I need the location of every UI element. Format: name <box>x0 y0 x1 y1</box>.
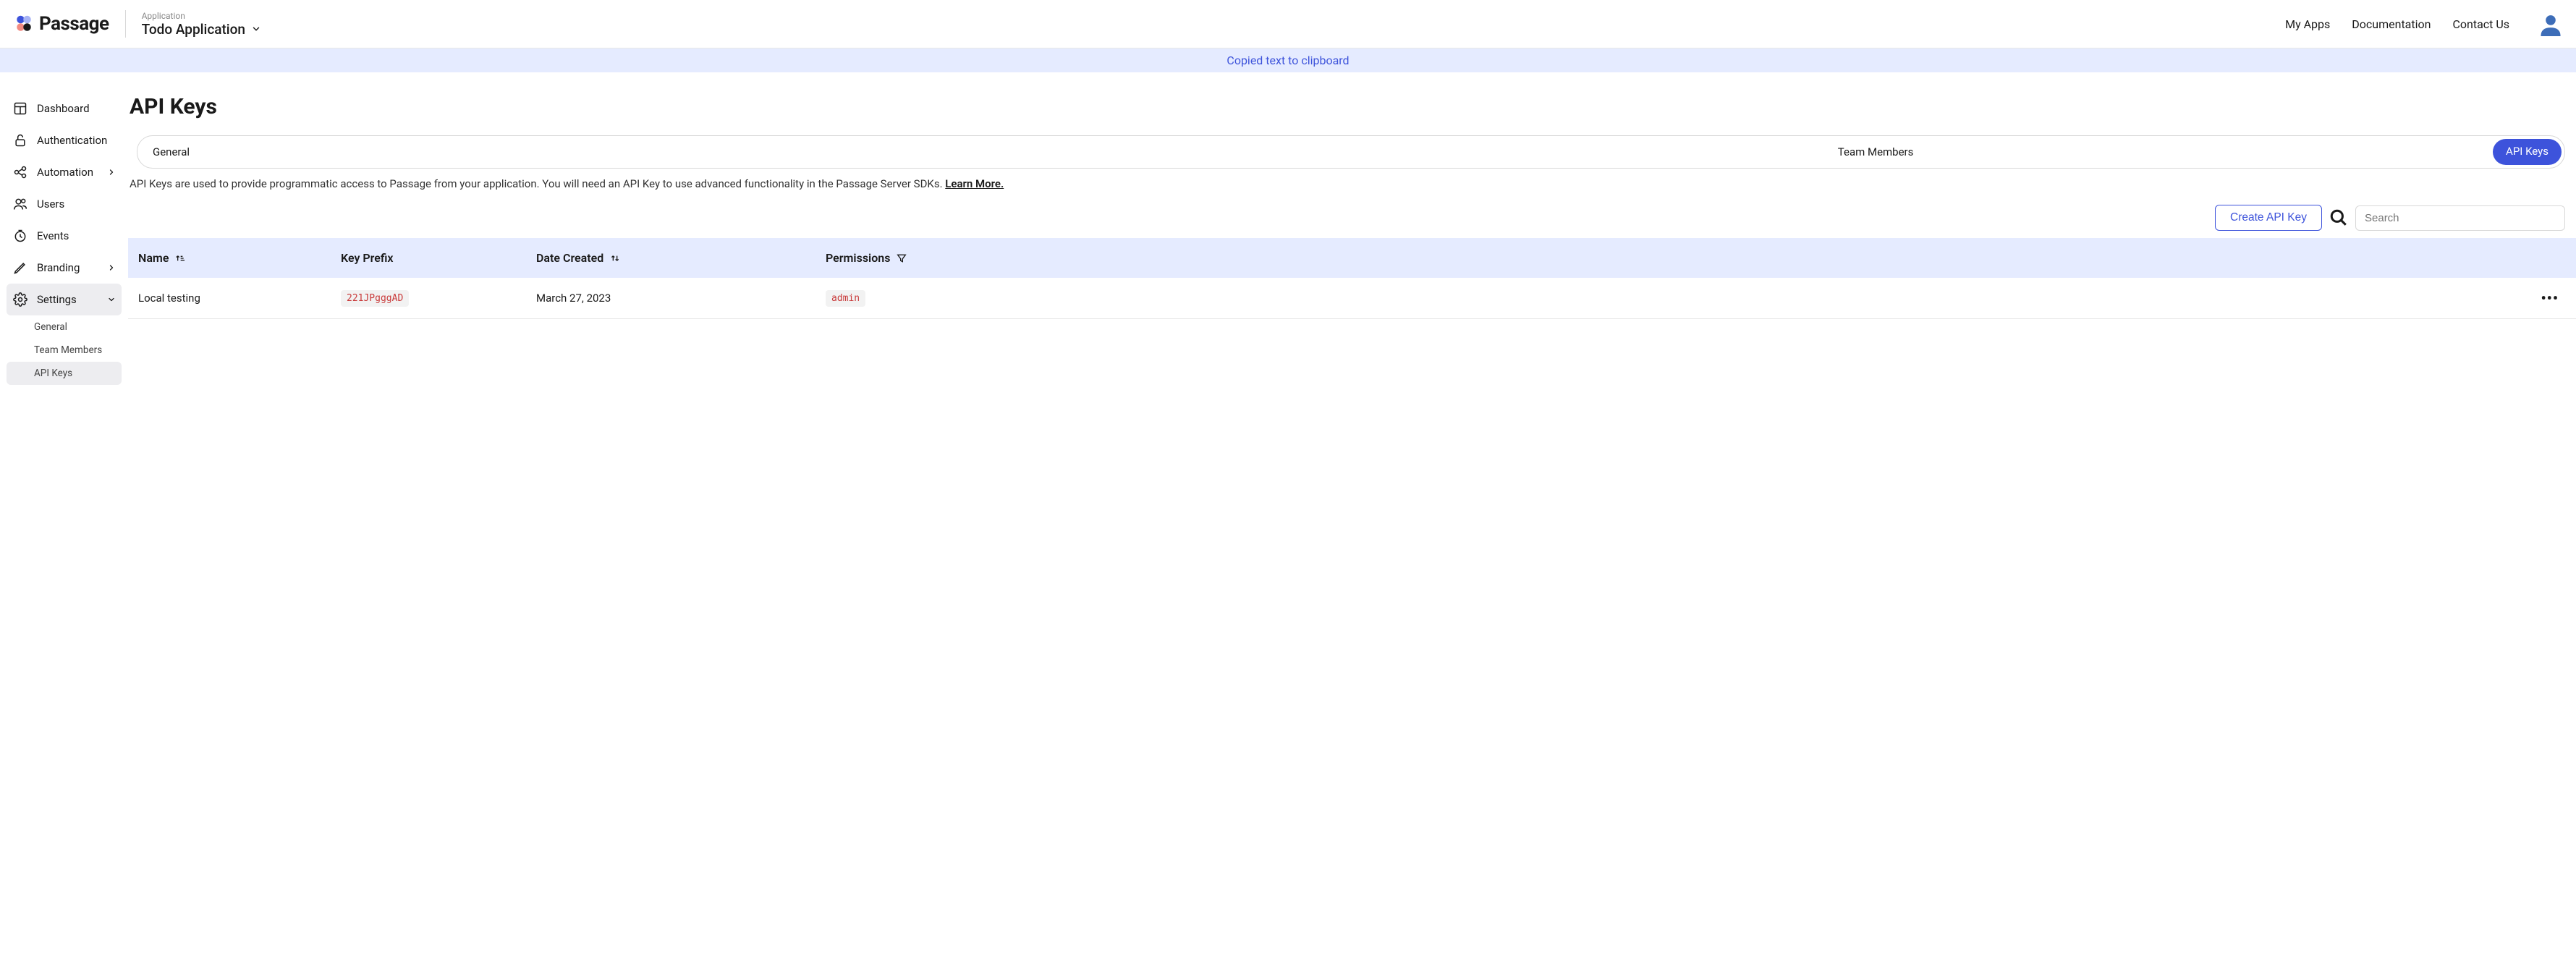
sort-asc-icon <box>174 252 186 264</box>
table-header: Name Key Prefix Date Created Permissions <box>128 238 2576 278</box>
gear-icon <box>12 292 28 307</box>
sidebar-subitem-general[interactable]: General <box>7 315 122 339</box>
cell-prefix: 221JPgggAD <box>341 290 536 307</box>
settings-tabs: General Team Members API Keys <box>137 135 2565 169</box>
app-selector-label: Application <box>142 11 261 21</box>
cell-date: March 27, 2023 <box>536 292 826 305</box>
sidebar-item-label: Events <box>37 229 116 242</box>
sidebar-item-events[interactable]: Events <box>7 220 122 252</box>
table-toolbar: Create API Key <box>128 205 2576 231</box>
page-title: API Keys <box>128 94 2576 119</box>
tab-api-keys[interactable]: API Keys <box>2493 139 2562 165</box>
sidebar-item-label: Settings <box>37 293 98 306</box>
permission-pill: admin <box>826 290 865 307</box>
api-keys-table: Name Key Prefix Date Created Permissions <box>128 238 2576 319</box>
sidebar-item-label: Dashboard <box>37 102 116 115</box>
search-input[interactable] <box>2355 205 2565 231</box>
column-header-key-prefix: Key Prefix <box>341 251 536 265</box>
sidebar: Dashboard Authentication Automation User… <box>0 72 128 405</box>
sidebar-item-users[interactable]: Users <box>7 188 122 220</box>
more-actions-icon[interactable]: ••• <box>2522 289 2566 307</box>
lock-icon <box>12 132 28 148</box>
page-description: API Keys are used to provide programmati… <box>128 177 2576 190</box>
app-selector[interactable]: Application Todo Application <box>142 11 261 38</box>
search-icon[interactable] <box>2329 208 2348 227</box>
sidebar-item-label: Automation <box>37 166 98 179</box>
create-api-key-button[interactable]: Create API Key <box>2215 205 2322 231</box>
app-selector-name: Todo Application <box>142 21 245 38</box>
passage-logo-icon <box>13 13 35 35</box>
cell-permission: admin <box>826 290 2522 307</box>
brand-name: Passage <box>39 13 109 35</box>
sidebar-subitem-api-keys[interactable]: API Keys <box>7 362 122 385</box>
dashboard-icon <box>12 101 28 116</box>
column-header-name[interactable]: Name <box>138 251 341 265</box>
nav-my-apps[interactable]: My Apps <box>2285 17 2330 31</box>
tab-general[interactable]: General <box>140 139 1258 165</box>
sidebar-item-branding[interactable]: Branding <box>7 252 122 284</box>
column-header-date-created[interactable]: Date Created <box>536 251 826 265</box>
column-header-permissions[interactable]: Permissions <box>826 251 2522 265</box>
brand-logo[interactable]: Passage <box>13 13 109 35</box>
header: Passage Application Todo Application My … <box>0 0 2576 48</box>
nav-documentation[interactable]: Documentation <box>2352 17 2431 31</box>
sidebar-item-settings[interactable]: Settings <box>7 284 122 315</box>
key-prefix-pill: 221JPgggAD <box>341 290 409 307</box>
sidebar-item-label: Branding <box>37 261 98 274</box>
learn-more-link[interactable]: Learn More. <box>945 177 1004 190</box>
sidebar-item-authentication[interactable]: Authentication <box>7 124 122 156</box>
chevron-right-icon <box>107 168 116 177</box>
toast-banner: Copied text to clipboard <box>0 48 2576 72</box>
users-icon <box>12 196 28 212</box>
automation-icon <box>12 164 28 180</box>
main-content: API Keys General Team Members API Keys A… <box>128 72 2576 405</box>
pencil-icon <box>12 260 28 276</box>
sidebar-item-label: Authentication <box>37 134 107 147</box>
chevron-right-icon <box>107 263 116 272</box>
sidebar-item-dashboard[interactable]: Dashboard <box>7 93 122 124</box>
clock-icon <box>12 228 28 244</box>
sidebar-item-automation[interactable]: Automation <box>7 156 122 188</box>
sidebar-subitem-team-members[interactable]: Team Members <box>7 339 122 362</box>
avatar[interactable] <box>2538 12 2563 36</box>
chevron-down-icon <box>251 24 261 34</box>
header-divider <box>125 10 126 38</box>
cell-name: Local testing <box>138 292 341 305</box>
filter-icon <box>896 252 907 264</box>
tab-team-members[interactable]: Team Members <box>1258 139 2493 165</box>
sidebar-item-label: Users <box>37 198 116 211</box>
chevron-down-icon <box>107 295 116 304</box>
toast-message: Copied text to clipboard <box>1226 54 1349 67</box>
sort-icon <box>609 252 621 264</box>
header-nav: My Apps Documentation Contact Us <box>2285 12 2563 36</box>
nav-contact-us[interactable]: Contact Us <box>2452 17 2509 31</box>
table-row: Local testing 221JPgggAD March 27, 2023 … <box>128 278 2576 319</box>
